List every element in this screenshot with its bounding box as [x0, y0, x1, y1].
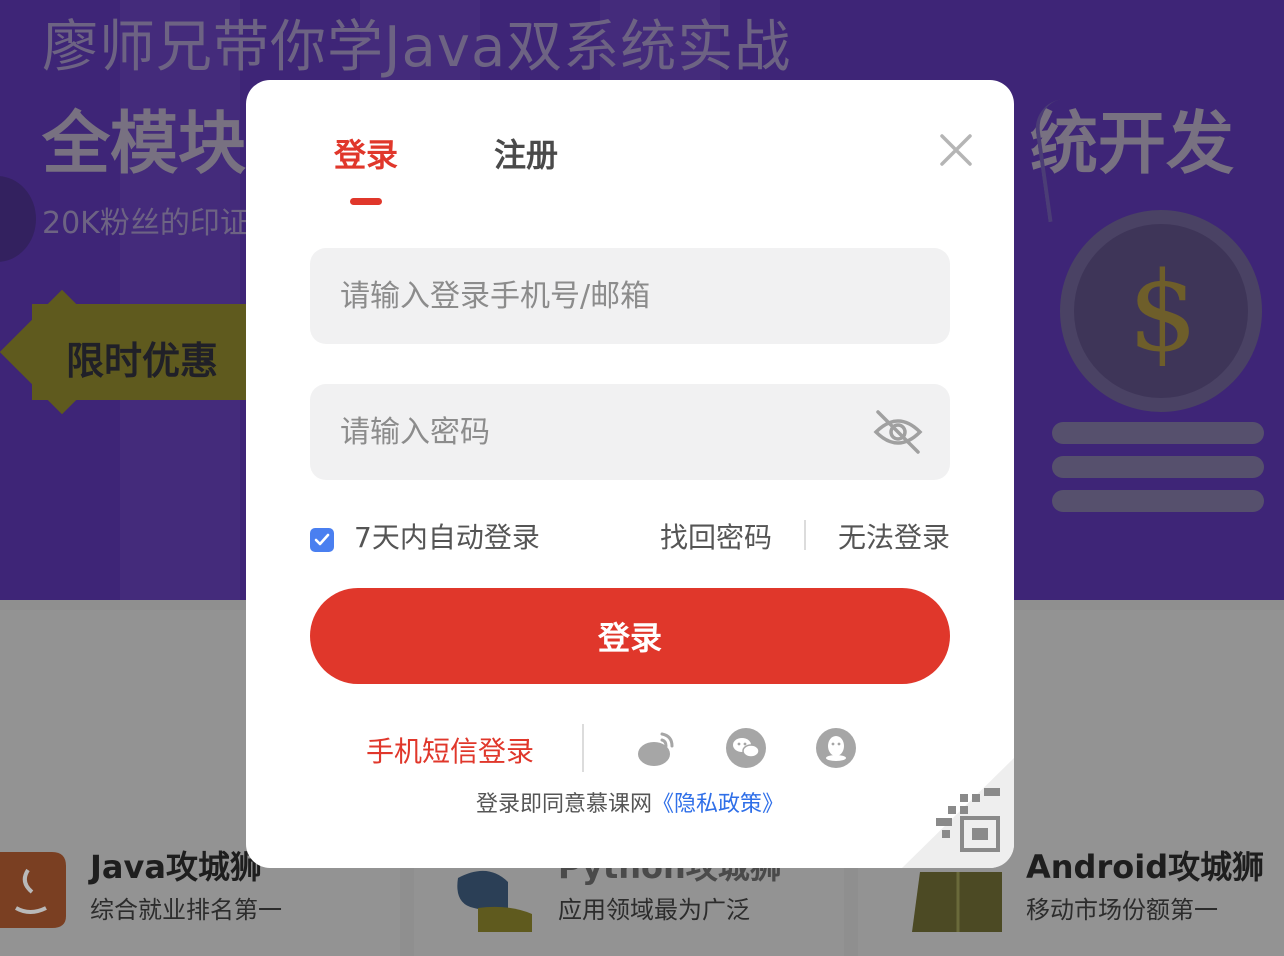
link-divider — [804, 520, 806, 550]
active-tab-indicator — [350, 198, 382, 205]
find-password-link[interactable]: 找回密码 — [660, 516, 772, 556]
banner-title: 廖师兄带你学Java双系统实战 — [42, 15, 792, 80]
course-name-java: Java攻城狮 — [90, 848, 262, 886]
coin-stack-bar — [1052, 456, 1264, 478]
promo-text: 限时优惠 — [66, 339, 219, 383]
login-button[interactable]: 登录 — [310, 588, 950, 684]
checkmark-icon — [314, 533, 330, 546]
qq-icon[interactable] — [816, 728, 856, 768]
coin-stack-bar — [1052, 422, 1264, 444]
course-desc-python: 应用领域最为广泛 — [558, 896, 750, 924]
social-divider — [582, 724, 584, 772]
remember-checkbox[interactable] — [310, 528, 334, 552]
coin-stack-bar — [1052, 490, 1264, 512]
weibo-icon[interactable] — [636, 728, 676, 768]
privacy-policy-link[interactable]: 《隐私政策》 — [652, 792, 784, 817]
password-input[interactable] — [310, 384, 870, 480]
banner-subtitle: 20K粉丝的印证 — [42, 206, 250, 241]
login-modal: 登录 注册 7天内自动登录 找回密码 无法登录 登录 手机短信登录 — [246, 80, 1014, 868]
remember-label: 7天内自动登录 — [354, 521, 540, 554]
sms-login-link[interactable]: 手机短信登录 — [366, 730, 534, 770]
android-icon — [912, 872, 1002, 932]
course-desc-java: 综合就业排名第一 — [90, 896, 282, 924]
banner-headline-left: 全模块 — [42, 105, 247, 184]
cant-login-link[interactable]: 无法登录 — [838, 516, 950, 556]
eye-off-icon[interactable] — [870, 406, 926, 458]
privacy-notice: 登录即同意慕课网《隐私政策》 — [246, 786, 1014, 818]
wechat-icon[interactable] — [726, 728, 766, 768]
python-icon — [457, 870, 532, 932]
phone-email-input[interactable] — [310, 248, 870, 344]
tab-login[interactable]: 登录 — [334, 130, 398, 176]
dollar-icon: $ — [1128, 248, 1198, 376]
tab-register[interactable]: 注册 — [494, 130, 558, 176]
qrcode-login-icon[interactable] — [902, 758, 1014, 868]
course-desc-android: 移动市场份额第一 — [1026, 896, 1218, 924]
banner-prev-arrow[interactable] — [0, 176, 36, 262]
privacy-notice-text: 登录即同意慕课网 — [475, 792, 652, 817]
phone-email-field[interactable] — [310, 248, 950, 344]
java-icon — [0, 852, 66, 928]
remember-me[interactable]: 7天内自动登录 — [310, 516, 540, 556]
close-icon[interactable] — [936, 130, 976, 170]
password-field[interactable] — [310, 384, 950, 480]
course-name-android: Android攻城狮 — [1026, 848, 1265, 886]
